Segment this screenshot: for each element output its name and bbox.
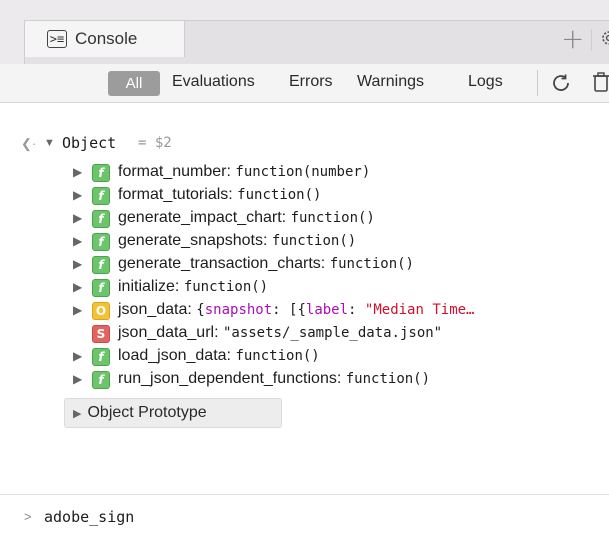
result-arrow-icon: ❮·: [21, 136, 37, 151]
filter-bar: All Evaluations Errors Warnings Logs: [0, 64, 609, 103]
property-row[interactable]: ▶ f format_tutorials: function(): [0, 185, 609, 207]
property-name: run_json_dependent_functions:: [118, 370, 342, 387]
tab-console-label: Console: [75, 29, 138, 48]
gear-icon[interactable]: [599, 29, 609, 47]
function-badge-icon: f: [92, 348, 110, 366]
property-row[interactable]: ▶ f generate_transaction_charts: functio…: [0, 254, 609, 276]
function-badge-icon: f: [92, 256, 110, 274]
tab-console[interactable]: >≡ Console: [25, 21, 185, 57]
property-row[interactable]: ▶ f generate_impact_chart: function(): [0, 208, 609, 230]
property-value: "assets/_sample_data.json": [222, 325, 443, 341]
filter-logs-button[interactable]: Logs: [468, 73, 503, 91]
function-badge-icon: f: [92, 371, 110, 389]
property-row[interactable]: ▶ f load_json_data: function(): [0, 346, 609, 368]
filter-warnings-button[interactable]: Warnings: [357, 73, 424, 91]
property-name: json_data_url:: [118, 324, 219, 341]
property-row[interactable]: ▶ f initialize: function(): [0, 277, 609, 299]
property-value: {snapshot: [{label: "Median Time…: [196, 302, 475, 318]
property-value: function(): [235, 348, 320, 364]
object-prototype-button[interactable]: ▶ Object Prototype: [64, 398, 282, 428]
disclosure-triangle-icon[interactable]: ▶: [73, 188, 82, 202]
object-ref: = $2: [138, 135, 172, 151]
disclosure-triangle-icon[interactable]: ▶: [73, 372, 82, 386]
reload-icon[interactable]: [549, 71, 573, 95]
object-prototype-label: Object Prototype: [87, 404, 207, 421]
property-name: json_data:: [118, 301, 192, 318]
filter-all-button[interactable]: All: [108, 71, 160, 96]
object-name: Object: [62, 134, 117, 152]
disclosure-triangle-icon[interactable]: ▶: [73, 257, 82, 271]
disclosure-triangle-icon: ▶: [73, 407, 82, 420]
property-name: generate_transaction_charts:: [118, 255, 326, 272]
filter-divider: [537, 70, 538, 96]
tab-strip: >≡ Console +: [24, 20, 609, 65]
tab-bar: >≡ Console +: [0, 0, 609, 65]
filter-all-label: All: [125, 75, 143, 92]
property-row[interactable]: ▶ f format_number: function(number): [0, 162, 609, 184]
function-badge-icon: f: [92, 233, 110, 251]
disclosure-triangle-icon[interactable]: ▶: [73, 211, 82, 225]
property-name: initialize:: [118, 278, 180, 295]
object-header[interactable]: ❮· ▼ Object = $2: [0, 133, 609, 155]
function-badge-icon: f: [92, 210, 110, 228]
function-badge-icon: f: [92, 164, 110, 182]
disclosure-triangle-icon[interactable]: ▶: [73, 165, 82, 179]
console-icon: >≡: [47, 30, 67, 48]
property-row[interactable]: ▶ f generate_snapshots: function(): [0, 231, 609, 253]
trash-icon[interactable]: [590, 70, 609, 94]
disclosure-triangle-icon[interactable]: ▶: [73, 349, 82, 363]
string-badge-icon: S: [92, 325, 110, 343]
property-row[interactable]: S json_data_url: "assets/_sample_data.js…: [0, 323, 609, 345]
object-badge-icon: O: [92, 302, 110, 320]
property-row[interactable]: ▶ f run_json_dependent_functions: functi…: [0, 369, 609, 391]
tab-divider: [591, 29, 592, 51]
property-value: function(): [271, 233, 357, 249]
function-badge-icon: f: [92, 187, 110, 205]
prompt-chevron-icon: >: [24, 509, 32, 524]
property-row[interactable]: ▶ O json_data: {snapshot: [{label: "Medi…: [0, 300, 609, 322]
console-input[interactable]: adobe_sign: [44, 508, 134, 526]
property-value: function(): [345, 371, 431, 387]
property-name: format_number:: [118, 163, 231, 180]
property-value: function(): [329, 256, 414, 272]
disclosure-triangle-down-icon[interactable]: ▼: [44, 137, 55, 149]
property-value: function(): [237, 187, 322, 203]
disclosure-triangle-icon[interactable]: ▶: [73, 303, 82, 317]
property-name: generate_snapshots:: [118, 232, 268, 249]
prompt-divider: [0, 494, 609, 495]
plus-icon[interactable]: +: [561, 22, 584, 55]
disclosure-triangle-icon[interactable]: ▶: [73, 280, 82, 294]
property-name: generate_impact_chart:: [118, 209, 287, 226]
disclosure-triangle-icon[interactable]: ▶: [73, 234, 82, 248]
function-badge-icon: f: [92, 279, 110, 297]
property-name: format_tutorials:: [118, 186, 233, 203]
property-value: function(): [290, 210, 375, 226]
property-name: load_json_data:: [118, 347, 231, 364]
filter-errors-button[interactable]: Errors: [289, 73, 333, 91]
filter-evaluations-button[interactable]: Evaluations: [172, 73, 255, 91]
property-value: function(): [183, 279, 269, 295]
property-value: function(number): [235, 164, 371, 180]
